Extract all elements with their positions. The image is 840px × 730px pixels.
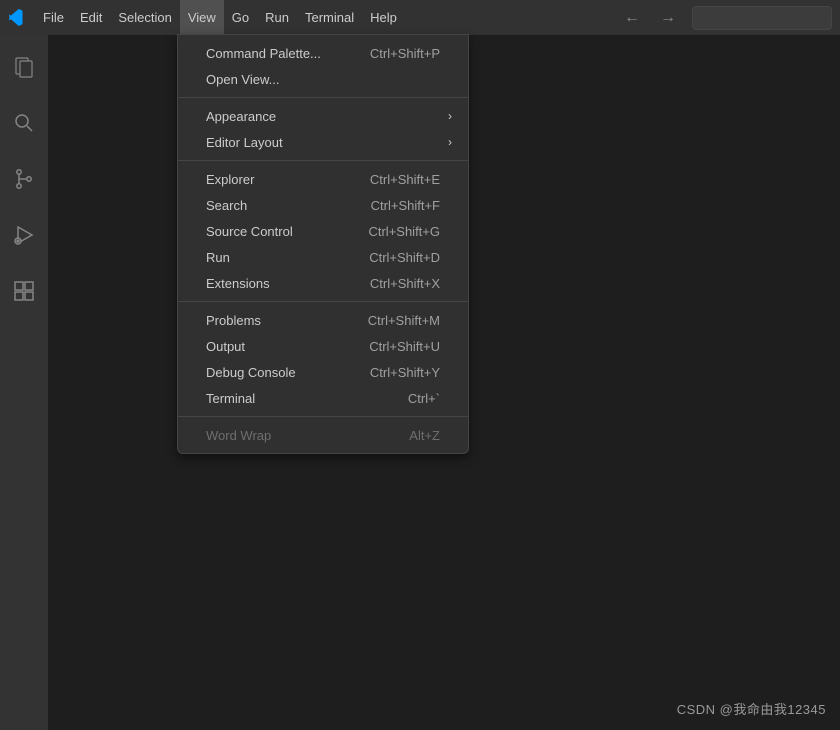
view-dropdown-menu: Command Palette... Ctrl+Shift+P Open View.… (177, 34, 469, 454)
chevron-right-icon: › (448, 135, 452, 149)
activity-run-debug-icon[interactable] (0, 211, 48, 259)
menu-item-shortcut: Ctrl+Shift+E (370, 172, 440, 187)
menu-item-shortcut: Ctrl+Shift+U (369, 339, 440, 354)
watermark-text: CSDN @我命由我12345 (677, 699, 826, 718)
menu-item-problems[interactable]: Problems Ctrl+Shift+M (178, 307, 468, 333)
menu-item-search[interactable]: Search Ctrl+Shift+F (178, 192, 468, 218)
menu-item-shortcut: Ctrl+Shift+P (370, 46, 440, 61)
menu-item-source-control[interactable]: Source Control Ctrl+Shift+G (178, 218, 468, 244)
menu-item-appearance[interactable]: Appearance › (178, 103, 468, 129)
menu-item-editor-layout[interactable]: Editor Layout › (178, 129, 468, 155)
menu-item-shortcut: Ctrl+Shift+F (371, 198, 440, 213)
menu-item-terminal[interactable]: Terminal Ctrl+` (178, 385, 468, 411)
menu-item-shortcut: Ctrl+Shift+Y (370, 365, 440, 380)
menu-item-extensions[interactable]: Extensions Ctrl+Shift+X (178, 270, 468, 296)
menu-item-label: Output (206, 339, 245, 354)
menu-item-label: Debug Console (206, 365, 296, 380)
menu-selection[interactable]: Selection (110, 0, 179, 35)
menu-item-debug-console[interactable]: Debug Console Ctrl+Shift+Y (178, 359, 468, 385)
nav-back-icon[interactable]: ← (620, 5, 644, 31)
menu-item-open-view[interactable]: Open View... (178, 66, 468, 92)
menu-item-explorer[interactable]: Explorer Ctrl+Shift+E (178, 166, 468, 192)
menu-item-label: Open View... (206, 72, 279, 87)
menu-go[interactable]: Go (224, 0, 257, 35)
activity-bar (0, 35, 48, 730)
nav-forward-icon[interactable]: → (656, 5, 680, 31)
titlebar-right: ← → (620, 5, 840, 31)
menu-item-label: Explorer (206, 172, 254, 187)
command-center-search[interactable] (692, 6, 832, 30)
menu-run[interactable]: Run (257, 0, 297, 35)
menu-separator (178, 97, 468, 98)
menu-item-label: Extensions (206, 276, 270, 291)
menu-item-label: Search (206, 198, 247, 213)
menu-item-shortcut: Ctrl+Shift+X (370, 276, 440, 291)
menubar: FileEditSelectionViewGoRunTerminalHelp (35, 0, 405, 35)
menu-edit[interactable]: Edit (72, 0, 110, 35)
menu-item-label: Appearance (206, 109, 276, 124)
menu-item-label: Word Wrap (206, 428, 271, 443)
activity-explorer-icon[interactable] (0, 43, 48, 91)
menu-terminal[interactable]: Terminal (297, 0, 362, 35)
menu-item-command-palette[interactable]: Command Palette... Ctrl+Shift+P (178, 40, 468, 66)
menu-item-label: Problems (206, 313, 261, 328)
activity-extensions-icon[interactable] (0, 267, 48, 315)
menu-separator (178, 301, 468, 302)
app-logo-icon (0, 0, 35, 35)
menu-item-label: Editor Layout (206, 135, 283, 150)
menu-item-label: Run (206, 250, 230, 265)
menu-separator (178, 160, 468, 161)
chevron-right-icon: › (448, 109, 452, 123)
menu-item-output[interactable]: Output Ctrl+Shift+U (178, 333, 468, 359)
menu-item-shortcut: Ctrl+` (408, 391, 440, 406)
activity-search-icon[interactable] (0, 99, 48, 147)
vscode-icon (9, 9, 27, 27)
menu-item-shortcut: Ctrl+Shift+G (368, 224, 440, 239)
menu-view[interactable]: View (180, 0, 224, 35)
menu-separator (178, 416, 468, 417)
menu-item-run[interactable]: Run Ctrl+Shift+D (178, 244, 468, 270)
menu-item-shortcut: Alt+Z (409, 428, 440, 443)
menu-item-label: Source Control (206, 224, 293, 239)
menu-item-word-wrap: Word Wrap Alt+Z (178, 422, 468, 448)
titlebar: FileEditSelectionViewGoRunTerminalHelp ←… (0, 0, 840, 35)
menu-item-label: Command Palette... (206, 46, 321, 61)
menu-item-label: Terminal (206, 391, 255, 406)
activity-source-control-icon[interactable] (0, 155, 48, 203)
menu-help[interactable]: Help (362, 0, 405, 35)
menu-item-shortcut: Ctrl+Shift+D (369, 250, 440, 265)
menu-item-shortcut: Ctrl+Shift+M (368, 313, 440, 328)
menu-file[interactable]: File (35, 0, 72, 35)
